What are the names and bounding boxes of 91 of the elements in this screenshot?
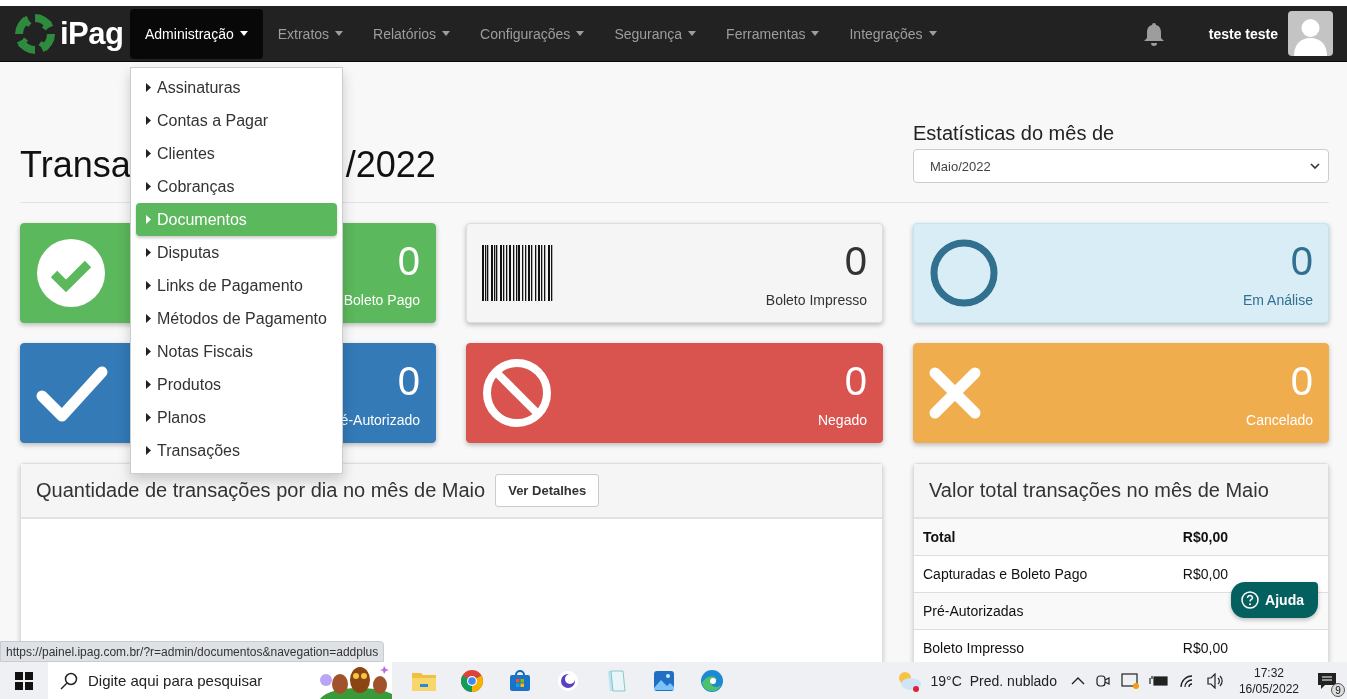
caret-icon bbox=[442, 31, 451, 36]
stat-label: Boleto Impresso bbox=[765, 292, 867, 308]
triangle-icon bbox=[146, 413, 151, 422]
menu-item[interactable]: Links de Pagamento bbox=[131, 269, 342, 302]
logo-icon bbox=[14, 12, 56, 55]
triangle-icon bbox=[146, 116, 151, 125]
caret-icon bbox=[811, 31, 820, 36]
month-select[interactable]: Maio/2022 bbox=[913, 149, 1329, 183]
nav-menu[interactable]: Relatórios bbox=[358, 8, 466, 59]
windows-icon bbox=[15, 671, 33, 690]
page-title: Transa bbox=[20, 144, 131, 186]
speaker-icon[interactable] bbox=[1206, 672, 1225, 689]
stat-label: é-Autorizado bbox=[340, 412, 420, 428]
panel-title: Quantidade de transações por dia no mês de Maio bbox=[36, 479, 486, 502]
nav-menu[interactable]: Integrações bbox=[834, 8, 952, 59]
help-icon bbox=[1241, 591, 1260, 609]
weather-text[interactable]: Pred. nublado bbox=[969, 672, 1057, 689]
menu-item[interactable]: Disputas bbox=[131, 236, 342, 269]
search-icon bbox=[60, 671, 78, 690]
table-cell: R$0,00 bbox=[1182, 566, 1228, 582]
menu-item[interactable]: Clientes bbox=[131, 137, 342, 170]
chevron-up-icon[interactable] bbox=[1070, 676, 1085, 685]
stats-label: Estatísticas do mês de bbox=[913, 122, 1116, 145]
help-button[interactable]: Ajuda bbox=[1231, 582, 1318, 618]
menu-item[interactable]: Transações bbox=[131, 434, 342, 467]
stat-label: Cancelado bbox=[1246, 412, 1313, 428]
check-icon bbox=[36, 364, 108, 422]
check-circle-icon bbox=[36, 238, 106, 308]
notification-icon[interactable] bbox=[1317, 671, 1337, 690]
ring-icon bbox=[929, 238, 999, 308]
nav-menu[interactable]: Segurança bbox=[599, 8, 712, 59]
menu-item[interactable]: Cobranças bbox=[131, 170, 342, 203]
ban-icon bbox=[482, 358, 552, 428]
caret-icon bbox=[576, 31, 585, 36]
stat-value: 0 bbox=[1290, 358, 1313, 404]
table-cell: Total bbox=[923, 529, 956, 545]
triangle-icon bbox=[146, 380, 151, 389]
page-title: /2022 bbox=[345, 144, 436, 186]
stat-value: 0 bbox=[397, 238, 420, 284]
menu-item[interactable]: Contas a Pagar bbox=[131, 104, 342, 137]
details-button[interactable]: Ver Detalhes bbox=[495, 474, 600, 507]
menu-item[interactable]: Produtos bbox=[131, 368, 342, 401]
stat-label: Em Análise bbox=[1242, 292, 1313, 308]
sync-icon[interactable] bbox=[1120, 672, 1139, 689]
table-cell: Pré-Autorizadas bbox=[923, 603, 1024, 619]
caret-icon bbox=[239, 31, 248, 36]
nav-menu[interactable]: Administração bbox=[130, 8, 263, 59]
close-icon bbox=[929, 367, 981, 419]
stat-label: Negado bbox=[817, 412, 867, 428]
table-cell: R$0,00 bbox=[1182, 640, 1228, 656]
stat-label: Boleto Pago bbox=[343, 292, 420, 308]
caret-icon bbox=[688, 31, 697, 36]
stat-value: 0 bbox=[1290, 238, 1313, 284]
menu-item[interactable]: Assinaturas bbox=[131, 71, 342, 104]
stat-value: 0 bbox=[844, 238, 867, 284]
nav-menu[interactable]: Configurações bbox=[465, 8, 600, 59]
table-cell: Capturadas e Boleto Pago bbox=[923, 566, 1088, 582]
user-name[interactable]: teste teste bbox=[1208, 25, 1278, 42]
stat-value: 0 bbox=[397, 358, 420, 404]
clock-time[interactable]: 17:32 bbox=[1253, 664, 1284, 681]
caret-icon bbox=[335, 31, 344, 36]
triangle-icon bbox=[146, 314, 151, 323]
menu-item[interactable]: Métodos de Pagamento bbox=[131, 302, 342, 335]
temperature[interactable]: 19°C bbox=[930, 672, 962, 689]
clock-date[interactable]: 16/05/2022 bbox=[1238, 680, 1299, 697]
cloud-sun-icon bbox=[896, 669, 923, 692]
triangle-icon bbox=[146, 149, 151, 158]
battery-icon[interactable] bbox=[1148, 673, 1169, 688]
menu-item[interactable]: Planos bbox=[131, 401, 342, 434]
camera-icon[interactable] bbox=[1094, 672, 1111, 689]
nav-menu[interactable]: Extratos bbox=[262, 8, 359, 59]
brand-name[interactable]: iPag bbox=[60, 15, 124, 52]
notification-count: 9 bbox=[1331, 683, 1345, 697]
stat-value: 0 bbox=[844, 358, 867, 404]
table-cell: Boleto Impresso bbox=[923, 640, 1025, 656]
triangle-icon bbox=[146, 83, 151, 92]
menu-item[interactable]: Notas Fiscais bbox=[131, 335, 342, 368]
triangle-icon bbox=[146, 446, 151, 455]
table-cell: R$0,00 bbox=[1182, 529, 1228, 545]
caret-icon bbox=[928, 31, 937, 36]
triangle-icon bbox=[146, 281, 151, 290]
search-field[interactable]: Digite aqui para pesquisar bbox=[48, 662, 392, 699]
triangle-icon bbox=[146, 347, 151, 356]
triangle-icon bbox=[146, 248, 151, 257]
nav-menu[interactable]: Ferramentas bbox=[711, 8, 835, 59]
triangle-icon bbox=[146, 182, 151, 191]
triangle-icon bbox=[146, 215, 151, 224]
chevron-down-icon bbox=[1310, 163, 1320, 169]
status-url: https://painel.ipag.com.br/?r=admin/documentos&navegation=addplus bbox=[0, 641, 385, 662]
panel-title: Valor total transações no mês de Maio bbox=[929, 479, 1269, 502]
barcode-icon bbox=[482, 245, 554, 301]
